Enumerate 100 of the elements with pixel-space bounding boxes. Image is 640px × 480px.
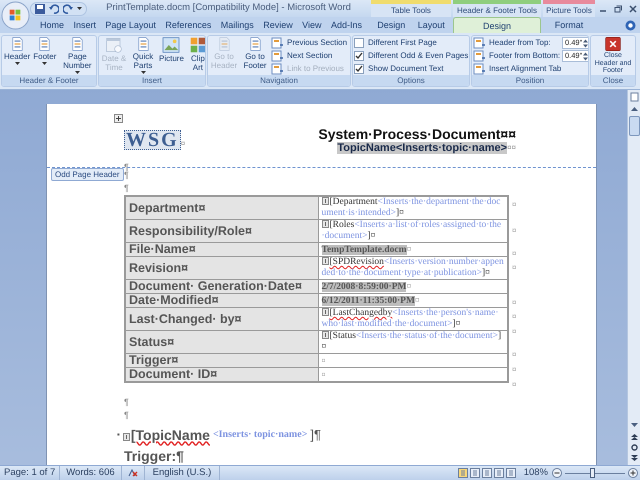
web-layout-icon[interactable] (482, 468, 492, 478)
cell-end-mark: ¤ (322, 356, 326, 365)
row-end-mark: ¤ (511, 379, 516, 391)
ribbon-tab[interactable]: Layout (414, 17, 449, 33)
ribbon-button[interactable]: Picture (158, 37, 185, 63)
contextual-tab-header: Header & Footer Tools (453, 0, 541, 17)
caret-icon (14, 62, 20, 65)
checkbox-label: Show Document Text (368, 63, 444, 75)
section-icon (271, 37, 284, 49)
ribbon-button[interactable]: Next Section (271, 50, 348, 62)
topic-name-field: TopicName<Inserts·topic·name> (337, 142, 508, 154)
ribbon-tab[interactable]: Review (259, 17, 297, 33)
content-control[interactable]: [Status<Inserts·the·status·of·the·document>]¤ (322, 331, 504, 353)
ribbon-tab[interactable]: Format (543, 17, 595, 33)
ribbon-tab[interactable]: Add-Ins (326, 17, 366, 33)
content-control-handle-icon (322, 331, 328, 339)
paragraph-mark: ¶ (124, 162, 129, 172)
checkbox[interactable] (354, 64, 364, 74)
ribbon-tab[interactable]: Design (373, 17, 410, 33)
ribbon-button[interactable]: Previous Section (271, 37, 348, 49)
move-handle-icon[interactable] (114, 114, 123, 123)
content-control[interactable]: [Department<Inserts·the·department·the·document·is·intended>]¤ (322, 197, 504, 219)
ribbon-button[interactable]: Insert Alignment Tab (473, 63, 588, 75)
ribbon-button[interactable]: Clip Art (186, 37, 205, 72)
reading-layout-icon[interactable] (470, 468, 480, 478)
paragraph-mark: ¶ (124, 396, 130, 409)
proofing-icon[interactable] (126, 468, 139, 478)
row-end-mark: ¤ (511, 326, 516, 338)
section-icon (473, 63, 486, 75)
zoom-out-icon[interactable] (552, 468, 562, 478)
table-cell: Last·Changed· by¤ (125, 308, 318, 330)
zoom-thumb[interactable] (590, 468, 595, 478)
next-page-icon[interactable] (630, 454, 638, 463)
redo-icon[interactable] (63, 4, 73, 14)
zoom-level[interactable]: 108% (524, 466, 548, 480)
scroll-up-icon[interactable] (630, 105, 638, 114)
ribbon-button[interactable]: Go to Footer (240, 37, 270, 70)
ribbon-tab[interactable]: References (161, 17, 216, 33)
table-cell: Date·Modified¤ (125, 294, 318, 308)
ribbon-button[interactable]: Quick Parts (129, 37, 157, 74)
ribbon-tab[interactable]: Design (453, 17, 541, 33)
language[interactable]: English (U.S.) (144, 466, 220, 480)
table-cell: Department¤ (125, 196, 318, 220)
scroll-thumb[interactable] (628, 116, 640, 136)
page-icon (70, 37, 84, 51)
field-prompt: <Inserts· topic·name> (212, 428, 308, 442)
customize-caret-icon[interactable] (77, 6, 82, 11)
spinner-arrows-icon[interactable] (583, 52, 588, 60)
topic-name-field[interactable]: [TopicName (130, 426, 210, 443)
print-layout-icon[interactable] (458, 468, 468, 478)
browse-object-icon[interactable] (630, 443, 638, 452)
content-control[interactable]: [SPDRevision<Inserts·version·number·appended·to·the·document·type·at·publication>]¤ (322, 257, 504, 279)
margin-icon (473, 50, 486, 62)
zoom-in-icon[interactable] (628, 468, 638, 478)
content-control[interactable]: [Roles<Inserts·a·list·of·roles·assigned·to·the·document>]¤ (322, 220, 504, 242)
row-end-mark: ¤ (511, 311, 516, 323)
section-icon (271, 63, 284, 75)
outline-icon[interactable] (494, 468, 504, 478)
page-count[interactable]: Page: 1 of 7 (0, 466, 60, 480)
end-mark: ]¶ (310, 426, 321, 444)
header-tag: Odd Page Header (51, 168, 124, 181)
page-icon (248, 37, 262, 51)
word-count[interactable]: Words: 606 (60, 466, 122, 480)
ribbon-button[interactable]: Page Number (58, 37, 96, 74)
scroll-down-icon[interactable] (630, 420, 638, 429)
draft-icon[interactable] (506, 468, 516, 478)
ribbon-tab[interactable]: Insert (69, 17, 100, 33)
clip-art-icon (190, 37, 205, 53)
row-end-mark: ¤ (511, 364, 516, 376)
paragraph-mark: ¶ (124, 170, 130, 182)
ribbon-button[interactable]: Header (3, 37, 32, 65)
paragraph-mark: ¶ (124, 182, 130, 195)
contextual-tab-header: Table Tools (371, 0, 451, 17)
ribbon-button[interactable]: Footer (32, 37, 58, 65)
close-icon[interactable] (628, 4, 637, 12)
checkbox[interactable] (354, 51, 364, 61)
ribbon-tab[interactable]: Mailings (216, 17, 258, 33)
previous-page-icon[interactable] (630, 432, 638, 441)
content-control[interactable]: [LastChangedby<Inserts·the·person's·name·who·last·modified·the·document>]¤ (322, 308, 504, 330)
row-end-mark: ¤ (511, 225, 516, 237)
checkbox-label: Different First Page (368, 37, 437, 49)
heading: Trigger:¶ (124, 448, 184, 464)
row-end-mark: ¤ (511, 349, 516, 361)
close-icon (605, 37, 621, 51)
ribbon-tab[interactable]: Home (36, 17, 68, 33)
undo-icon[interactable] (49, 4, 59, 14)
spinner-arrows-icon[interactable] (583, 38, 588, 48)
restore-icon[interactable] (614, 4, 622, 12)
ribbon-tab[interactable]: Page Layout (101, 17, 160, 33)
checkbox[interactable] (354, 38, 364, 48)
content-control-handle-icon (322, 197, 328, 205)
ribbon-tab[interactable]: View (298, 17, 326, 33)
zoom-slider[interactable] (565, 468, 625, 478)
table-cell: Responsibility/Role¤ (125, 220, 318, 242)
row-end-mark: ¤ (511, 248, 516, 260)
group-label: Options (397, 75, 425, 86)
save-icon[interactable] (35, 4, 45, 14)
table-cell: File·Name¤ (125, 242, 318, 256)
vertical-scrollbar[interactable] (627, 90, 640, 465)
table-cell: Document· ID¤ (125, 368, 318, 382)
